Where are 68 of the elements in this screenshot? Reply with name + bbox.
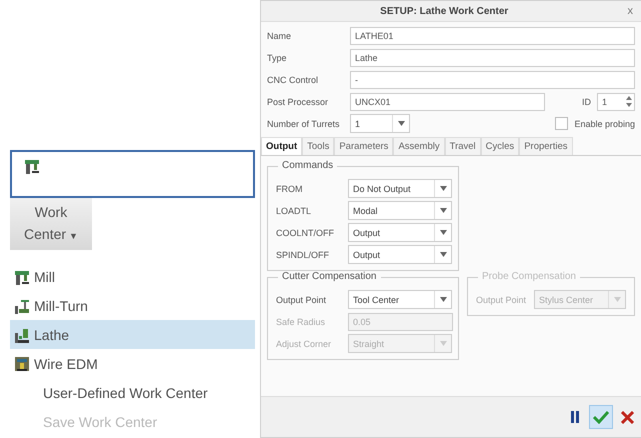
field-label: Output Point <box>476 294 528 304</box>
machine-icon <box>14 298 30 314</box>
field-label: Name <box>267 30 292 40</box>
checkbox-label: Enable probing <box>574 118 635 128</box>
menu-item[interactable]: User-Defined Work Center <box>10 378 255 407</box>
menu-item[interactable]: Lathe <box>10 320 255 349</box>
field-label: Output Point <box>276 294 328 304</box>
input-field[interactable]: Lathe <box>350 48 635 66</box>
dropdown-arrow-icon <box>440 208 446 213</box>
dropdown-arrow-icon <box>440 297 446 302</box>
field-label: Post Processor <box>267 96 330 106</box>
group-title: Probe Compensation <box>478 271 580 282</box>
machine-icon <box>14 356 30 372</box>
checkmark-icon <box>593 410 609 424</box>
dropdown-arrow-icon <box>440 186 446 191</box>
work-center-button[interactable]: Work Center ▼ <box>10 198 92 250</box>
machine-icon <box>24 158 40 174</box>
field-label: CNC Control <box>267 74 320 84</box>
checkbox[interactable] <box>555 117 568 130</box>
dropdown-arrow-icon <box>440 252 446 257</box>
menu-item-label: Mill-Turn <box>34 298 88 314</box>
menu-item-label: Lathe <box>34 326 70 342</box>
tab[interactable]: Travel <box>444 137 481 155</box>
input-field[interactable]: - <box>350 70 635 88</box>
dropdown[interactable]: Tool Center <box>348 290 452 309</box>
tab[interactable]: Assembly <box>393 137 445 155</box>
input-field[interactable]: UNCX01 <box>350 92 545 110</box>
group-title: Commands <box>278 160 338 171</box>
field-label: SPINDL/OFF <box>276 250 330 260</box>
machine-icon <box>14 268 30 284</box>
menu-item-label: Mill <box>34 268 55 284</box>
machine-icon <box>14 326 30 342</box>
dropdown[interactable]: Do Not Output <box>348 179 452 198</box>
tab[interactable]: Cycles <box>480 137 520 155</box>
menu-item[interactable]: Mill-Turn <box>10 291 255 320</box>
dropdown-arrow-icon <box>614 297 620 302</box>
field-label: ID <box>582 96 591 106</box>
tab[interactable]: Parameters <box>334 137 394 155</box>
group-title: Cutter Compensation <box>278 271 380 282</box>
dropdown-arrow-icon <box>398 121 404 126</box>
input-field[interactable]: LATHE01 <box>350 26 635 44</box>
menu-item-label: User-Defined Work Center <box>43 384 208 400</box>
menu-item[interactable]: Mill <box>10 262 255 291</box>
dropdown[interactable]: Output <box>348 245 452 264</box>
spinner-field[interactable]: 1 <box>597 92 635 110</box>
close-icon <box>620 410 634 424</box>
window-title: SETUP: Lathe Work Center <box>379 6 510 16</box>
field-label: Number of Turrets <box>267 118 341 128</box>
tab[interactable]: Tools <box>302 137 334 155</box>
dropdown[interactable]: Modal <box>348 201 452 220</box>
field-label: Safe Radius <box>276 316 326 326</box>
dropdown-arrow-icon <box>440 230 446 235</box>
spinner-arrows-icon <box>626 96 632 107</box>
dropdown-arrow-icon <box>440 341 446 346</box>
menu-item[interactable]: Wire EDM <box>10 349 255 378</box>
field-label: FROM <box>276 184 304 194</box>
tab[interactable]: Properties <box>519 137 572 155</box>
tab[interactable]: Output <box>261 137 302 155</box>
dropdown[interactable]: Output <box>348 223 452 242</box>
field-label: LOADTL <box>276 206 312 216</box>
field-label: Type <box>267 52 288 62</box>
field-label: COOLNT/OFF <box>276 228 335 238</box>
menu-item-label: Save Work Center <box>43 414 158 430</box>
close-button[interactable]: x <box>628 5 641 17</box>
menu-item-label: Wire EDM <box>34 356 98 372</box>
pause-icon <box>570 411 580 423</box>
field-label: Adjust Corner <box>276 338 332 348</box>
dropdown[interactable]: 1 <box>350 114 410 133</box>
